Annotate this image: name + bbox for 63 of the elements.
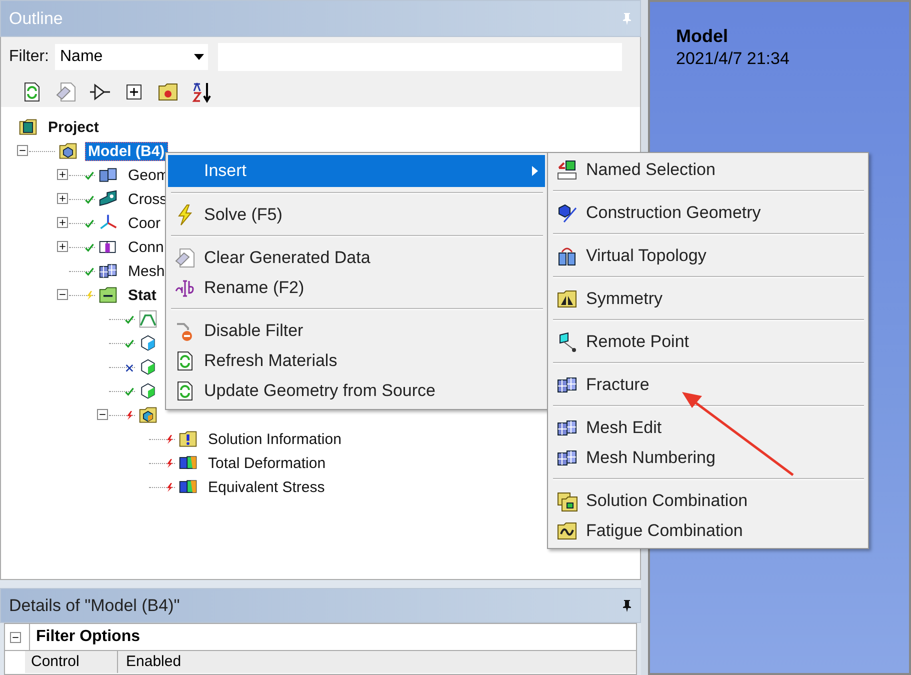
tree-item[interactable]: Equivalent Stress <box>205 478 328 496</box>
panel-title: Outline <box>9 8 63 28</box>
menu-item[interactable]: Fracture <box>550 370 866 400</box>
topology-icon <box>556 245 578 267</box>
menu-item[interactable]: Fatigue Combination <box>550 516 866 546</box>
menu-item[interactable]: Solution Combination <box>550 486 866 516</box>
part-icon <box>97 189 119 209</box>
menu-item[interactable]: Refresh Materials <box>168 346 545 376</box>
collapse-icon[interactable] <box>17 145 28 156</box>
tree-item[interactable]: Model (B4) <box>85 142 168 160</box>
folder-icon <box>97 285 119 305</box>
caret-icon[interactable] <box>194 54 204 60</box>
folder-cube-icon <box>57 141 79 161</box>
filter-label: Filter: <box>9 48 49 66</box>
pin-icon[interactable] <box>622 600 632 612</box>
property-name: Control <box>25 651 118 673</box>
panel-title: Details of "Model (B4)" <box>9 596 180 616</box>
timestamp: 2021/4/7 21:34 <box>676 49 790 69</box>
viewport-title: Model <box>676 26 729 47</box>
menu-item[interactable]: Mesh Edit <box>550 413 866 443</box>
menu-item[interactable]: Update Geometry from Source <box>168 376 545 406</box>
tree-item[interactable]: Coor <box>125 214 164 232</box>
eraser-icon <box>174 247 196 269</box>
menu-item[interactable]: Insert <box>168 155 545 187</box>
tree-item[interactable]: Stat <box>125 286 160 304</box>
collapse-icon[interactable] <box>97 409 108 420</box>
tree-item[interactable]: Solution Information <box>205 430 344 448</box>
cubes-icon <box>97 165 119 185</box>
project-folder-icon <box>17 117 39 137</box>
filter-dropdown[interactable]: Name <box>55 44 208 70</box>
info-folder-icon <box>177 429 199 449</box>
result-folder-icon <box>137 405 159 425</box>
wave-folder-icon <box>556 520 578 542</box>
menu-item[interactable]: Clear Generated Data <box>168 243 545 273</box>
expand-icon[interactable] <box>57 193 68 204</box>
menu-item[interactable]: Named Selection <box>550 155 866 185</box>
folder-icon[interactable] <box>157 81 179 103</box>
menu-item[interactable]: Virtual Topology <box>550 241 866 271</box>
expand-icon[interactable] <box>57 241 68 252</box>
construction-icon <box>556 202 578 224</box>
menu-item[interactable]: Mesh Numbering <box>550 443 866 473</box>
menu-item[interactable]: Symmetry <box>550 284 866 314</box>
expand-icon[interactable] <box>57 217 68 228</box>
menu-item[interactable]: Solve (F5) <box>168 200 545 230</box>
menu-item[interactable]: Disable Filter <box>168 316 545 346</box>
tree-item[interactable]: Total Deformation <box>205 454 329 472</box>
expand-icon[interactable] <box>57 169 68 180</box>
eraser-icon[interactable] <box>55 81 77 103</box>
mesh-cubes-icon <box>97 261 119 281</box>
sort-icon[interactable] <box>191 81 213 103</box>
tree-item[interactable]: Conn <box>125 238 167 256</box>
collapse-icon[interactable] <box>10 632 21 642</box>
named-selection-icon <box>556 159 578 181</box>
tree-item[interactable]: Project <box>45 118 102 136</box>
symmetry-icon <box>556 288 578 310</box>
menu-item[interactable]: Remote Point <box>550 327 866 357</box>
menu-item[interactable]: Construction Geometry <box>550 198 866 228</box>
property-value: Enabled <box>125 652 182 672</box>
combination-folder-icon <box>556 490 578 512</box>
menu-item[interactable]: Rename (F2) <box>168 273 545 303</box>
collapse-icon[interactable] <box>57 289 68 300</box>
support-icon <box>137 309 159 329</box>
tree-item[interactable]: Mesh <box>125 262 168 280</box>
